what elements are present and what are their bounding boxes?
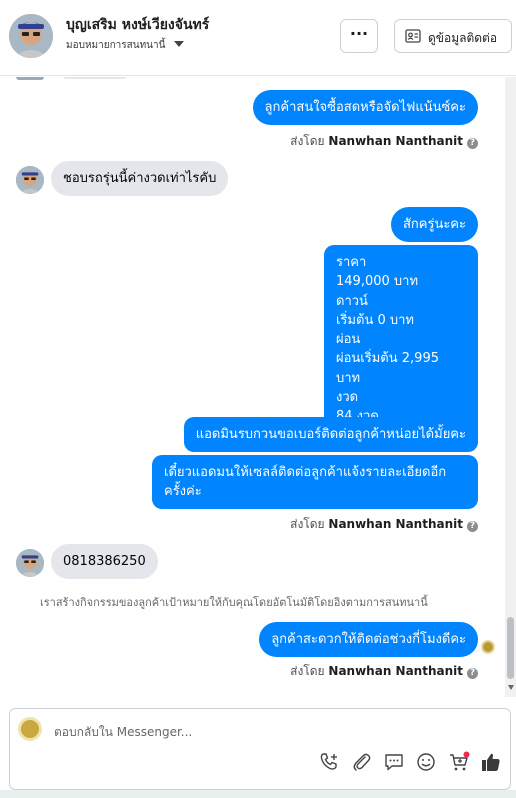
sender-name: Nanwhan Nanthanit [328,134,463,148]
outgoing-message[interactable]: สักครู่นะคะ [390,207,478,242]
sent-by-prefix: ส่งโดย [290,134,325,148]
sender-name: Nanwhan Nanthanit [328,664,463,678]
contact-avatar-small [16,549,44,577]
vcard-icon [405,29,421,43]
phone-plus-icon[interactable] [318,751,340,773]
price-line: ผ่อน [336,332,361,348]
sent-by-label: ส่งโดย Nanwhan Nanthanit? [290,132,478,151]
scroll-down-arrow-icon[interactable] [508,685,514,690]
chevron-down-icon[interactable] [174,41,184,47]
sent-by-prefix: ส่งโดย [290,664,325,678]
sent-by-label: ส่งโดย Nanwhan Nanthanit? [290,515,478,534]
contact-name: บุญเสริม หงษ์เวียงจันทร์ [66,17,210,33]
emoji-icon[interactable] [415,751,437,773]
like-icon[interactable] [480,751,502,773]
help-icon[interactable]: ? [467,138,478,149]
price-line: ราคา [336,255,367,270]
reply-composer: ตอบกลับใน Messenger... [9,708,511,790]
help-icon[interactable]: ? [467,521,478,532]
page-avatar [18,717,42,741]
outgoing-message-price[interactable]: ราคา 149,000 บาท ดาวน์ เริ่มต้น 0 บาท ผ่… [324,245,478,435]
outgoing-message[interactable]: แอดมินรบกวนขอเบอร์ติดต่อลูกค้าหน่อยได้มั… [183,417,478,452]
incoming-message[interactable]: ชอบรถรุ่นนี้ค่างวดเท่าไรคับ [51,161,229,196]
outgoing-message[interactable]: ลูกค้าสะดวกให้ติดต่อช่วงกี่โมงดีคะ [259,622,478,657]
outgoing-message[interactable]: เดี๋ยวแอดมนให้เซลล์ติดต่อลูกค้าแจ้งรายละ… [152,455,478,509]
conversation-panel: บุญเสริม หงษ์เวียงจันทร์ มอบหมายการสนทนา… [0,0,516,790]
price-line: งวด [336,390,359,406]
cart-icon[interactable] [448,751,470,773]
attachment-icon[interactable] [350,751,372,773]
avatar-image [16,549,44,577]
reply-input[interactable]: ตอบกลับใน Messenger... [54,723,192,742]
scrollbar-thumb[interactable] [507,617,514,679]
more-options-button[interactable]: ··· [340,19,378,53]
previous-message-edge [64,77,126,79]
thread-scrollbar[interactable] [505,77,516,697]
contact-avatar-image [9,14,53,58]
avatar-image [16,166,44,194]
saved-replies-icon[interactable] [383,751,405,773]
view-contact-button[interactable]: ดูข้อมูลติดต่อ [394,19,512,53]
conversation-header: บุญเสริม หงษ์เวียงจันทร์ มอบหมายการสนทนา… [0,0,516,76]
message-thread[interactable]: ลูกค้าสนใจซื้อสดหรือจัดไฟแน้นซ์คะ ส่งโดย… [0,77,505,697]
view-contact-label: ดูข้อมูลติดต่อ [428,31,498,45]
price-line: เริ่มต้น 0 บาท [336,312,414,328]
help-icon[interactable]: ? [467,668,478,679]
incoming-message-phone[interactable]: 0818386250 [51,544,158,579]
contact-avatar-small [16,166,44,194]
price-line: 149,000 บาท [336,274,419,290]
automation-note: เราสร้างกิจกรรมของลูกค้าเป้าหมายให้กับคุ… [40,596,428,609]
sender-name: Nanwhan Nanthanit [328,517,463,531]
price-line: ดาวน์ [336,293,368,309]
previous-avatar-edge [16,77,44,80]
contact-avatar[interactable] [9,14,53,58]
sent-by-label: ส่งโดย Nanwhan Nanthanit? [290,662,478,681]
outgoing-message[interactable]: ลูกค้าสนใจซื้อสดหรือจัดไฟแน้นซ์คะ [252,90,478,125]
sent-by-prefix: ส่งโดย [290,517,325,531]
seen-avatar-icon [481,640,495,654]
bottom-strip [0,790,516,798]
price-line: ผ่อนเริ่มต้น 2,995 บาท [336,351,439,386]
assign-conversation[interactable]: มอบหมายการสนทนานี้ [66,38,165,53]
